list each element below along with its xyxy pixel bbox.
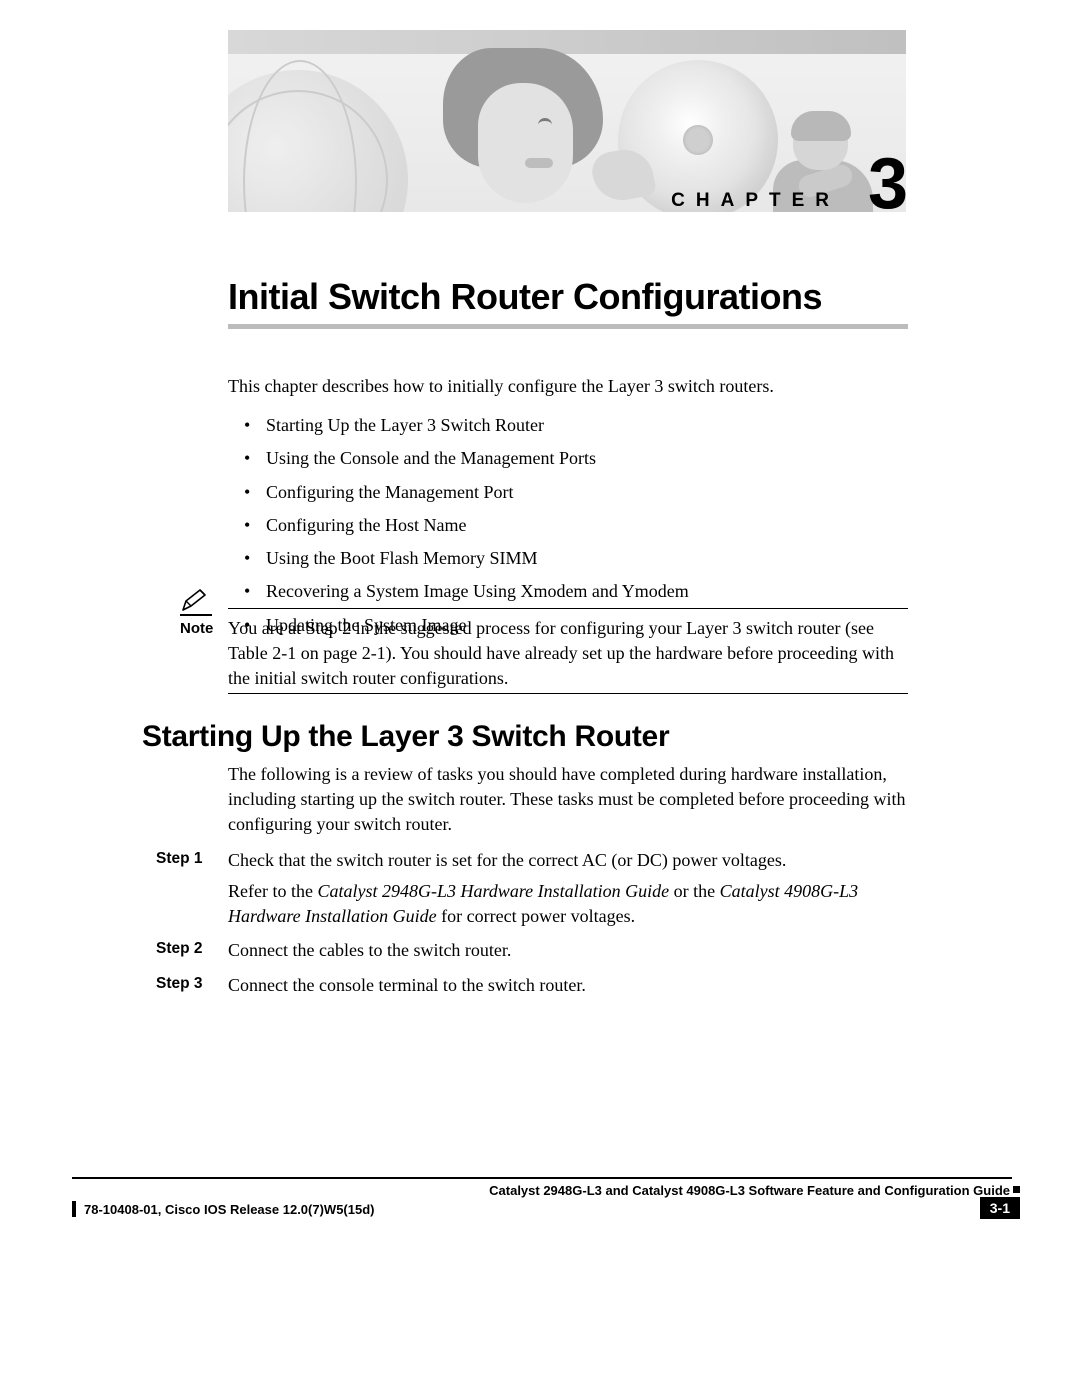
list-item: Recovering a System Image Using Xmodem a…	[244, 579, 908, 603]
section-intro-text: The following is a review of tasks you s…	[228, 762, 908, 836]
step-label: Step 1	[156, 848, 228, 928]
chapter-banner-image	[228, 30, 906, 212]
list-item: Starting Up the Layer 3 Switch Router	[244, 413, 908, 437]
chapter-number: 3	[868, 148, 908, 220]
step-text: Connect the cables to the switch router.	[228, 940, 511, 960]
note-text: You are at Step 2 in the suggested proce…	[228, 616, 904, 690]
step-body: Check that the switch router is set for …	[228, 848, 908, 928]
step-body: Connect the cables to the switch router.	[228, 938, 908, 963]
footer-guide-title: Catalyst 2948G-L3 and Catalyst 4908G-L3 …	[489, 1183, 1010, 1198]
chapter-title: Initial Switch Router Configurations	[228, 276, 822, 318]
step-sub-mid: or the	[669, 881, 719, 901]
list-item: Using the Boot Flash Memory SIMM	[244, 546, 908, 570]
step-label: Step 3	[156, 973, 228, 998]
step-sub-em: Catalyst 2948G-L3 Hardware Installation …	[317, 881, 669, 901]
footer-square-icon	[1013, 1186, 1020, 1193]
globe-graphic	[228, 70, 408, 212]
step-text: Connect the console terminal to the swit…	[228, 975, 586, 995]
note-icon-underline	[180, 614, 212, 616]
steps-list: Step 1 Check that the switch router is s…	[156, 848, 908, 998]
step-label: Step 2	[156, 938, 228, 963]
chapter-label: CHAPTER	[671, 190, 840, 212]
note-rule-bottom	[228, 693, 908, 694]
footer-rule	[72, 1177, 1012, 1179]
title-rule	[228, 324, 908, 329]
chapter-intro-text: This chapter describes how to initially …	[228, 374, 908, 398]
step-row: Step 3 Connect the console terminal to t…	[156, 973, 908, 998]
step-row: Step 2 Connect the cables to the switch …	[156, 938, 908, 963]
section-heading: Starting Up the Layer 3 Switch Router	[142, 720, 669, 754]
note-rule-top	[228, 608, 908, 609]
step-sub-pre: Refer to the	[228, 881, 317, 901]
step-sub-post: for correct power voltages.	[437, 906, 635, 926]
footer-left-mark	[72, 1201, 76, 1217]
page-footer: Catalyst 2948G-L3 and Catalyst 4908G-L3 …	[72, 1177, 912, 1217]
step-subtext: Refer to the Catalyst 2948G-L3 Hardware …	[228, 879, 908, 929]
pencil-icon	[180, 588, 210, 614]
list-item: Configuring the Host Name	[244, 513, 908, 537]
step-body: Connect the console terminal to the swit…	[228, 973, 908, 998]
face-graphic	[443, 48, 603, 212]
list-item: Configuring the Management Port	[244, 480, 908, 504]
chapter-toc-list: Starting Up the Layer 3 Switch Router Us…	[244, 404, 908, 637]
page: CHAPTER 3 Initial Switch Router Configur…	[0, 0, 1080, 1397]
step-row: Step 1 Check that the switch router is s…	[156, 848, 908, 928]
list-item: Using the Console and the Management Por…	[244, 446, 908, 470]
note-label: Note	[180, 620, 213, 637]
step-text: Check that the switch router is set for …	[228, 850, 786, 870]
footer-release: 78-10408-01, Cisco IOS Release 12.0(7)W5…	[84, 1202, 374, 1217]
footer-page-number: 3-1	[980, 1197, 1020, 1219]
